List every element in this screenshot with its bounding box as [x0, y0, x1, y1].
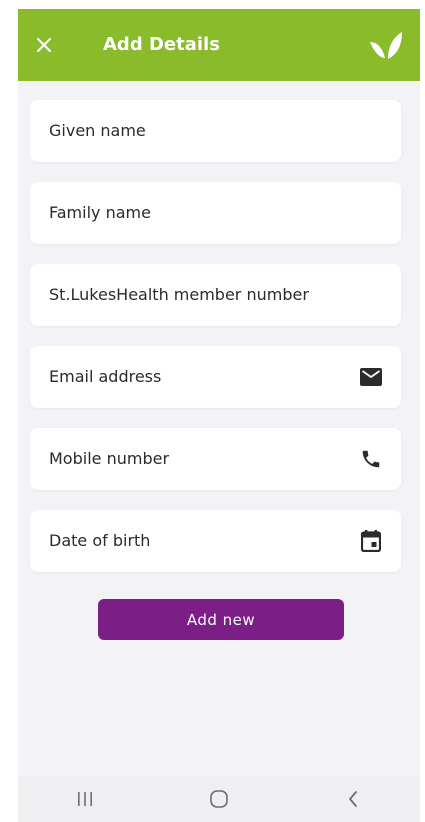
system-navigation-bar	[18, 776, 420, 822]
home-button[interactable]	[189, 779, 249, 819]
calendar-icon	[359, 529, 383, 553]
email-label: Email address	[49, 367, 162, 386]
app-header: Add Details	[18, 9, 420, 81]
phone-icon	[359, 447, 383, 471]
recents-icon	[78, 792, 92, 806]
home-icon	[210, 790, 228, 808]
mobile-label: Mobile number	[49, 449, 170, 468]
dob-field[interactable]: Date of birth	[30, 510, 401, 572]
back-button[interactable]	[323, 779, 383, 819]
back-icon	[349, 791, 357, 807]
member-number-label: St.LukesHealth member number	[49, 285, 309, 304]
close-button[interactable]	[26, 27, 62, 63]
recents-button[interactable]	[55, 779, 115, 819]
leaf-logo-icon	[370, 32, 402, 59]
mail-icon	[359, 365, 383, 389]
given-name-label: Given name	[49, 121, 146, 140]
given-name-field[interactable]: Given name	[30, 100, 401, 162]
family-name-field[interactable]: Family name	[30, 182, 401, 244]
family-name-label: Family name	[49, 203, 151, 222]
email-field[interactable]: Email address	[30, 346, 401, 408]
app-screen: Add Details Given name Family name St.Lu…	[18, 9, 420, 822]
add-new-button[interactable]: Add new	[98, 599, 344, 640]
member-number-field[interactable]: St.LukesHealth member number	[30, 264, 401, 326]
dob-label: Date of birth	[49, 531, 151, 550]
close-icon	[36, 37, 52, 53]
mobile-field[interactable]: Mobile number	[30, 428, 401, 490]
page-title: Add Details	[103, 34, 220, 55]
